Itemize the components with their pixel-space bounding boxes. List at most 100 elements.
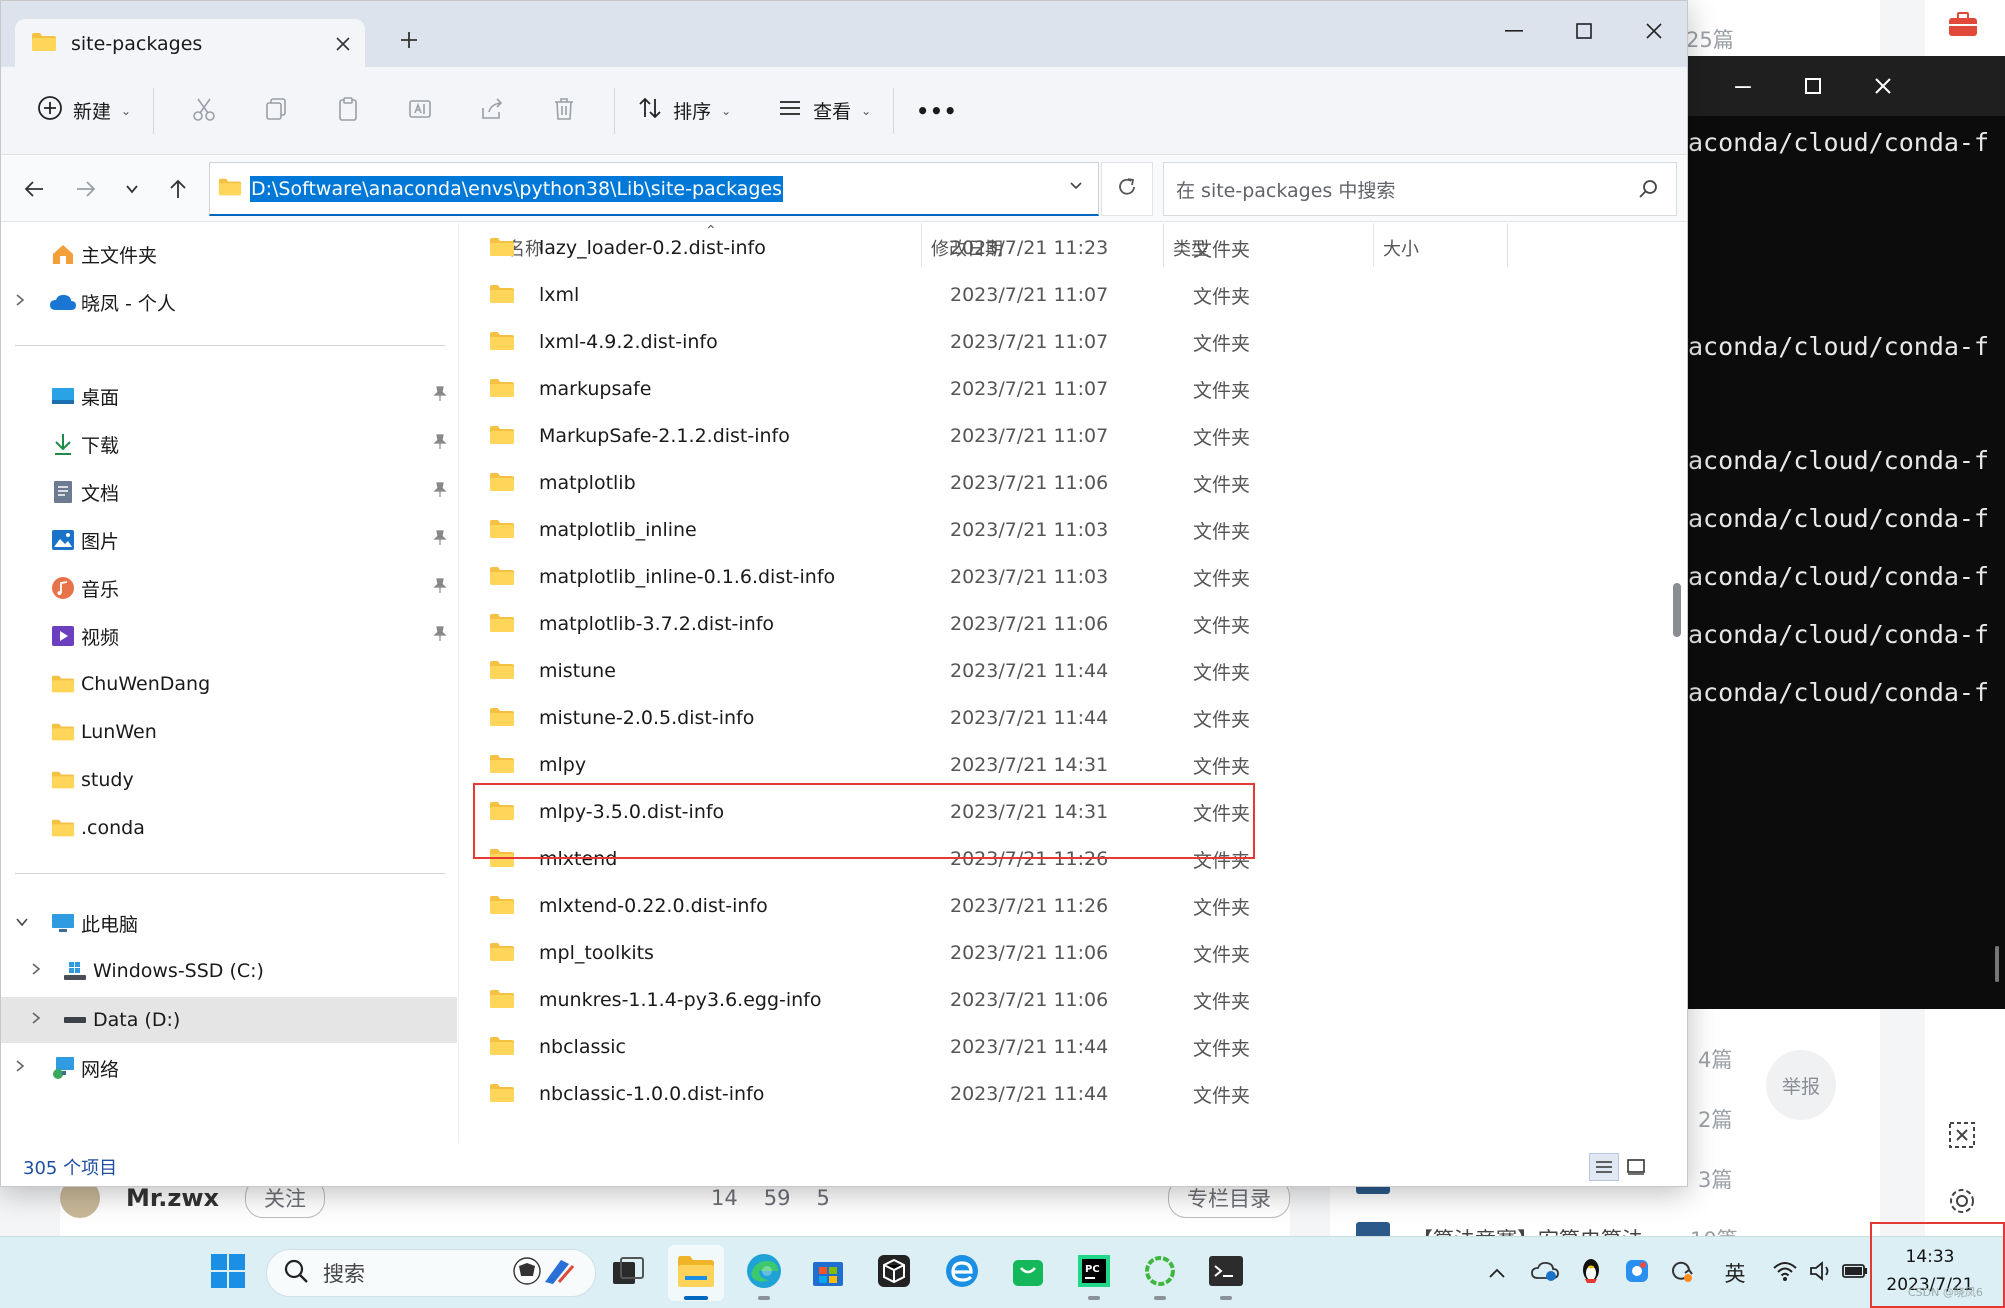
pin-icon[interactable]: [433, 529, 447, 551]
terminal-minimize-button[interactable]: —: [1708, 56, 1778, 116]
tray-volume[interactable]: [1806, 1257, 1836, 1289]
cut-button[interactable]: [168, 86, 240, 136]
sidebar-item-drive-d[interactable]: Data (D:): [1, 997, 457, 1043]
search-icon[interactable]: [1638, 179, 1658, 204]
file-row[interactable]: lazy_loader-0.2.dist-info 2023/7/21 11:23…: [481, 225, 1631, 271]
chevron-down-icon[interactable]: [15, 915, 29, 931]
address-bar[interactable]: D:\Software\anaconda\envs\python38\Lib\s…: [209, 162, 1099, 216]
taskbar-task-view[interactable]: [600, 1245, 656, 1301]
delete-button[interactable]: [528, 86, 600, 136]
file-row[interactable]: markupsafe 2023/7/21 11:07 文件夹: [481, 366, 1631, 412]
report-button[interactable]: 举报: [1766, 1050, 1836, 1120]
file-list-scrollbar[interactable]: [1671, 223, 1685, 1143]
sidebar-item-videos[interactable]: 视频: [1, 613, 457, 659]
more-options-button[interactable]: •••: [908, 86, 965, 136]
file-row[interactable]: matplotlib_inline 2023/7/21 11:03 文件夹: [481, 507, 1631, 553]
terminal-titlebar[interactable]: —: [1688, 56, 2005, 116]
file-row[interactable]: mpl_toolkits 2023/7/21 11:06 文件夹: [481, 930, 1631, 976]
scrollbar-thumb[interactable]: [1673, 583, 1681, 637]
tab-close-icon[interactable]: [335, 30, 351, 58]
file-explorer-window[interactable]: site-packages 新建 ⌄ 排序 ⌄ 查看 ⌄ ••• D:\Soft…: [0, 0, 1688, 1187]
file-row[interactable]: mistune 2023/7/21 11:44 文件夹: [481, 648, 1631, 694]
file-row[interactable]: mlpy 2023/7/21 14:31 文件夹: [481, 742, 1631, 788]
sidebar-item-documents[interactable]: 文档: [1, 469, 457, 515]
file-row[interactable]: mlxtend-0.22.0.dist-info 2023/7/21 11:26 文…: [481, 883, 1631, 929]
sidebar-item-home[interactable]: 主文件夹: [1, 231, 457, 277]
pin-icon[interactable]: [433, 625, 447, 647]
sidebar-item-downloads[interactable]: 下载: [1, 421, 457, 467]
file-row[interactable]: matplotlib-3.7.2.dist-info 2023/7/21 11:0…: [481, 601, 1631, 647]
maximize-button[interactable]: [1549, 1, 1619, 61]
file-row[interactable]: nbclassic 2023/7/21 11:44 文件夹: [481, 1024, 1631, 1070]
pin-icon[interactable]: [433, 481, 447, 503]
forward-button[interactable]: [63, 166, 109, 212]
favorite-count[interactable]: 59: [764, 1186, 791, 1210]
chevron-right-icon[interactable]: [31, 1011, 41, 1029]
taskbar-terminal[interactable]: [1198, 1245, 1254, 1301]
file-row[interactable]: nbclassic-1.0.0.dist-info 2023/7/21 11:44…: [481, 1071, 1631, 1117]
tray-wifi[interactable]: [1768, 1257, 1802, 1289]
screenshot-icon[interactable]: [1947, 1120, 1977, 1158]
tray-sync[interactable]: [1664, 1257, 1698, 1289]
sidebar-item-lunwen[interactable]: LunWen: [1, 709, 457, 755]
taskbar-pycharm[interactable]: PC: [1066, 1245, 1122, 1301]
sidebar-item-drive-c[interactable]: Windows-SSD (C:): [1, 948, 457, 994]
view-button[interactable]: 查看 ⌄: [769, 86, 879, 136]
terminal-maximize-button[interactable]: [1778, 56, 1848, 116]
start-button[interactable]: [200, 1245, 256, 1301]
sidebar-item-onedrive[interactable]: 晓凤 - 个人: [1, 279, 457, 325]
back-button[interactable]: [11, 166, 57, 212]
chevron-right-icon[interactable]: [31, 962, 41, 980]
search-input[interactable]: 在 site-packages 中搜索: [1163, 162, 1677, 216]
address-text[interactable]: D:\Software\anaconda\envs\python38\Lib\s…: [250, 175, 784, 202]
taskbar-search[interactable]: 搜索: [266, 1249, 596, 1297]
sidebar-item-study[interactable]: study: [1, 757, 457, 803]
like-count[interactable]: 14: [711, 1186, 738, 1210]
taskbar-anaconda[interactable]: [1132, 1245, 1188, 1301]
tray-qq[interactable]: [1574, 1257, 1608, 1289]
taskbar-edge[interactable]: [736, 1245, 792, 1301]
tab-site-packages[interactable]: site-packages: [15, 19, 365, 69]
pin-icon[interactable]: [433, 385, 447, 407]
pane-separator[interactable]: [458, 223, 459, 1143]
tray-battery[interactable]: [1840, 1257, 1870, 1289]
paste-button[interactable]: [312, 86, 384, 136]
details-view-button[interactable]: [1589, 1153, 1619, 1181]
taskbar-shopping[interactable]: [1000, 1245, 1056, 1301]
author-name[interactable]: Mr.zwx: [126, 1184, 219, 1212]
sidebar-item-conda[interactable]: .conda: [1, 805, 457, 851]
sidebar-item-chuwendang[interactable]: ChuWenDang: [1, 661, 457, 707]
file-row[interactable]: munkres-1.1.4-py3.6.egg-info 2023/7/21 11…: [481, 977, 1631, 1023]
tiles-view-button[interactable]: [1621, 1153, 1651, 1181]
file-row[interactable]: lxml 2023/7/21 11:07 文件夹: [481, 272, 1631, 318]
recent-locations-button[interactable]: [109, 166, 155, 212]
toolbox-icon[interactable]: [1947, 10, 1979, 46]
up-button[interactable]: [155, 166, 201, 212]
explorer-titlebar[interactable]: site-packages: [1, 1, 1687, 69]
minimize-button[interactable]: [1479, 1, 1549, 61]
tray-app-blue[interactable]: [1620, 1257, 1654, 1289]
pin-icon[interactable]: [433, 577, 447, 599]
address-dropdown-icon[interactable]: [1068, 177, 1084, 197]
chevron-right-icon[interactable]: [15, 293, 25, 311]
file-row[interactable]: MarkupSafe-2.1.2.dist-info 2023/7/21 11:0…: [481, 413, 1631, 459]
new-button[interactable]: 新建 ⌄: [29, 86, 139, 136]
file-row[interactable]: matplotlib_inline-0.1.6.dist-info 2023/7/…: [481, 554, 1631, 600]
copy-button[interactable]: [240, 86, 312, 136]
taskbar-browser[interactable]: [934, 1245, 990, 1301]
tray-ime[interactable]: 英: [1718, 1257, 1752, 1289]
sidebar-item-music[interactable]: 音乐: [1, 565, 457, 611]
terminal-scrollbar[interactable]: [1995, 946, 1999, 982]
tray-overflow-button[interactable]: [1482, 1257, 1512, 1289]
rename-button[interactable]: [384, 86, 456, 136]
close-button[interactable]: [1619, 1, 1687, 61]
comment-count[interactable]: 5: [817, 1186, 830, 1210]
taskbar-file-explorer[interactable]: [668, 1245, 724, 1301]
file-row[interactable]: lxml-4.9.2.dist-info 2023/7/21 11:07 文件夹: [481, 319, 1631, 365]
sidebar-item-desktop[interactable]: 桌面: [1, 373, 457, 419]
pin-icon[interactable]: [433, 433, 447, 455]
chevron-right-icon[interactable]: [15, 1059, 25, 1077]
tray-onedrive[interactable]: [1528, 1257, 1562, 1289]
file-row[interactable]: mistune-2.0.5.dist-info 2023/7/21 11:44 文件…: [481, 695, 1631, 741]
terminal-window[interactable]: — aconda/cloud/conda-f aconda/cloud/cond…: [1688, 56, 2005, 1009]
